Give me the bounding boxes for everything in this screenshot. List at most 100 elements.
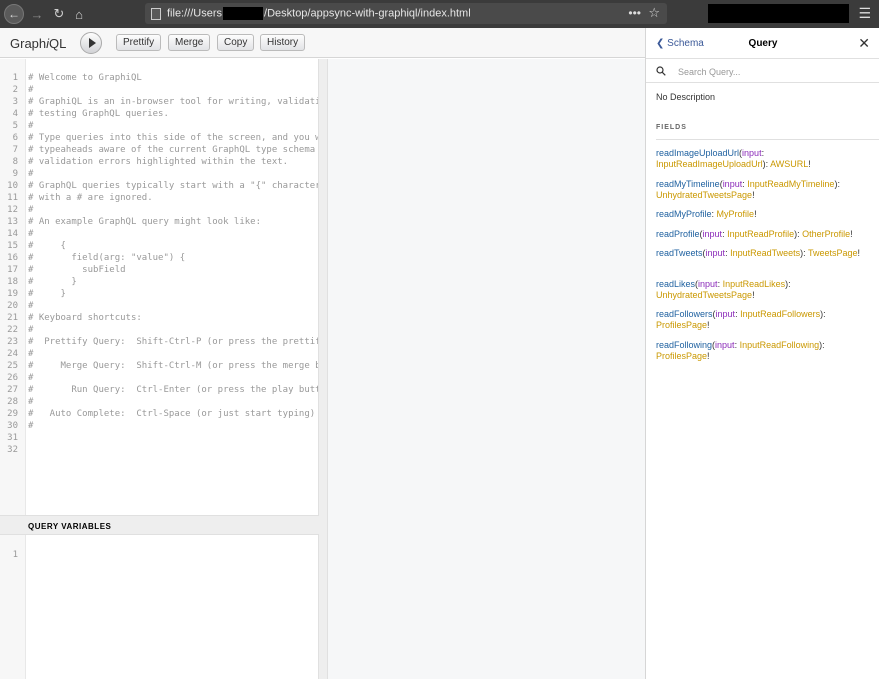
copy-button[interactable]: Copy (217, 34, 255, 51)
field-name-link[interactable]: readTweets (656, 248, 703, 258)
editor-line: 3 # GraphiQL is an in-browser tool for wr… (0, 96, 318, 108)
back-arrow-icon[interactable]: ← (4, 4, 24, 24)
url-prefix: file:///Users (167, 7, 223, 20)
editor-line: 18 # } (0, 276, 318, 288)
forward-arrow-icon[interactable]: → (28, 5, 46, 23)
field-name-link[interactable]: readMyProfile (656, 209, 712, 219)
code-comment: # GraphQL queries typically start with a… (28, 181, 318, 191)
execute-query-button[interactable] (80, 32, 102, 54)
field-name-link[interactable]: readImageUploadUrl (656, 148, 739, 158)
field-return-type-link[interactable]: UnhydratedTweetsPage (656, 290, 752, 300)
editor-line: 2 # (0, 84, 318, 96)
code-comment: # { (28, 241, 66, 251)
field-item: readTweets(input: InputReadTweets): Twee… (656, 248, 878, 259)
editor-line: 10 # GraphQL queries typically start with… (0, 180, 318, 192)
field-punctuation: ): (800, 248, 808, 258)
editor-line: 24 # (0, 348, 318, 360)
code-comment: # field(arg: "value") { (28, 253, 186, 263)
field-return-type-link[interactable]: ProfilesPage (656, 320, 707, 330)
field-arg-name: input (702, 229, 723, 239)
field-item: readImageUploadUrl(input: InputReadImage… (656, 148, 878, 170)
field-punctuation: ! (857, 248, 861, 258)
search-input[interactable] (678, 63, 868, 80)
redacted-region (708, 4, 849, 23)
line-number: 11 (7, 193, 18, 203)
field-arg-type-link[interactable]: InputReadTweets (730, 248, 800, 258)
line-number: 10 (7, 181, 18, 191)
search-icon (656, 66, 666, 76)
line-number: 7 (12, 145, 18, 155)
history-button[interactable]: History (260, 34, 306, 51)
field-return-type-link[interactable]: TweetsPage (808, 248, 858, 258)
line-number: 26 (7, 373, 18, 383)
reload-icon[interactable]: ↻ (50, 5, 68, 23)
editor-line: 30 # (0, 420, 318, 432)
line-number: 9 (12, 169, 18, 179)
editor-line: 26 # (0, 372, 318, 384)
field-item: readFollowers(input: InputReadFollowers)… (656, 309, 878, 331)
field-name-link[interactable]: readMyTimeline (656, 179, 720, 189)
merge-button[interactable]: Merge (168, 34, 211, 51)
line-number: 6 (12, 133, 18, 143)
field-return-type-link[interactable]: ProfilesPage (656, 351, 707, 361)
query-variables-editor[interactable]: 1 (0, 535, 319, 679)
code-comment: # Run Query: Ctrl-Enter (or press the pl… (28, 385, 318, 395)
field-return-type-link[interactable]: MyProfile (717, 209, 755, 219)
pane-resize-handle[interactable] (319, 59, 327, 679)
editor-line: 16 # field(arg: "value") { (0, 252, 318, 264)
code-comment: # Keyboard shortcuts: (28, 313, 142, 323)
url-bar[interactable]: file:///Users/Desktop/appsync-with-graph… (145, 3, 667, 24)
code-comment: # Merge Query: Shift-Ctrl-M (or press th… (28, 361, 318, 371)
query-editor[interactable]: 1 # Welcome to GraphiQL 2 #3 # GraphiQL is a… (0, 59, 319, 515)
query-variables-header[interactable]: QUERY VARIABLES (0, 515, 319, 535)
code-comment: # Prettify Query: Shift-Ctrl-P (or press… (28, 337, 318, 347)
code-comment: # (28, 349, 34, 359)
line-number: 4 (12, 109, 18, 119)
line-number: 27 (7, 385, 18, 395)
hamburger-menu-icon[interactable]: ☰ (858, 5, 871, 22)
field-punctuation: ! (752, 190, 755, 200)
code-comment: # (28, 301, 34, 311)
editor-line: 13 # An example GraphQL query might look … (0, 216, 318, 228)
code-comment: # (28, 229, 34, 239)
editor-line: 28 # (0, 396, 318, 408)
field-name-link[interactable]: readFollowing (656, 340, 712, 350)
line-number: 25 (7, 361, 18, 371)
code-comment: # } (28, 289, 66, 299)
line-number: 22 (7, 325, 18, 335)
code-comment: # Type queries into this side of the scr… (28, 133, 318, 143)
editor-line: 20 # (0, 300, 318, 312)
editor-line: 9 # (0, 168, 318, 180)
code-comment: # (28, 169, 34, 179)
bookmark-star-icon[interactable]: ☆ (648, 5, 660, 21)
page-actions-icon[interactable]: ••• (628, 6, 641, 20)
line-number: 30 (7, 421, 18, 431)
field-arg-type-link[interactable]: InputReadImageUploadUrl (656, 159, 763, 169)
field-arg-type-link[interactable]: InputReadFollowing (740, 340, 820, 350)
field-punctuation: ! (707, 351, 710, 361)
editor-line: 4 # testing GraphQL queries. (0, 108, 318, 120)
line-number: 32 (7, 445, 18, 455)
field-name-link[interactable]: readProfile (656, 229, 700, 239)
home-icon[interactable]: ⌂ (70, 5, 88, 23)
close-icon[interactable]: ✕ (858, 35, 870, 52)
browser-toolbar: ← → ↻ ⌂ file:///Users/Desktop/appsync-wi… (0, 0, 879, 28)
field-name-link[interactable]: readLikes (656, 279, 695, 289)
field-arg-type-link[interactable]: InputReadLikes (723, 279, 786, 289)
field-arg-type-link[interactable]: InputReadProfile (727, 229, 794, 239)
field-return-type-link[interactable]: OtherProfile (802, 229, 850, 239)
editor-line: 23 # Prettify Query: Shift-Ctrl-P (or pre… (0, 336, 318, 348)
line-number: 20 (7, 301, 18, 311)
field-arg-type-link[interactable]: InputReadFollowers (740, 309, 820, 319)
field-name-link[interactable]: readFollowers (656, 309, 713, 319)
field-return-type-link[interactable]: AWSURL (770, 159, 808, 169)
code-comment: # subField (28, 265, 126, 275)
field-arg-type-link[interactable]: InputReadMyTimeline (747, 179, 834, 189)
play-icon (88, 38, 96, 48)
code-comment: # (28, 205, 34, 215)
field-return-type-link[interactable]: UnhydratedTweetsPage (656, 190, 752, 200)
field-punctuation: ! (808, 159, 811, 169)
line-number: 3 (12, 97, 18, 107)
prettify-button[interactable]: Prettify (116, 34, 162, 51)
line-number: 13 (7, 217, 18, 227)
